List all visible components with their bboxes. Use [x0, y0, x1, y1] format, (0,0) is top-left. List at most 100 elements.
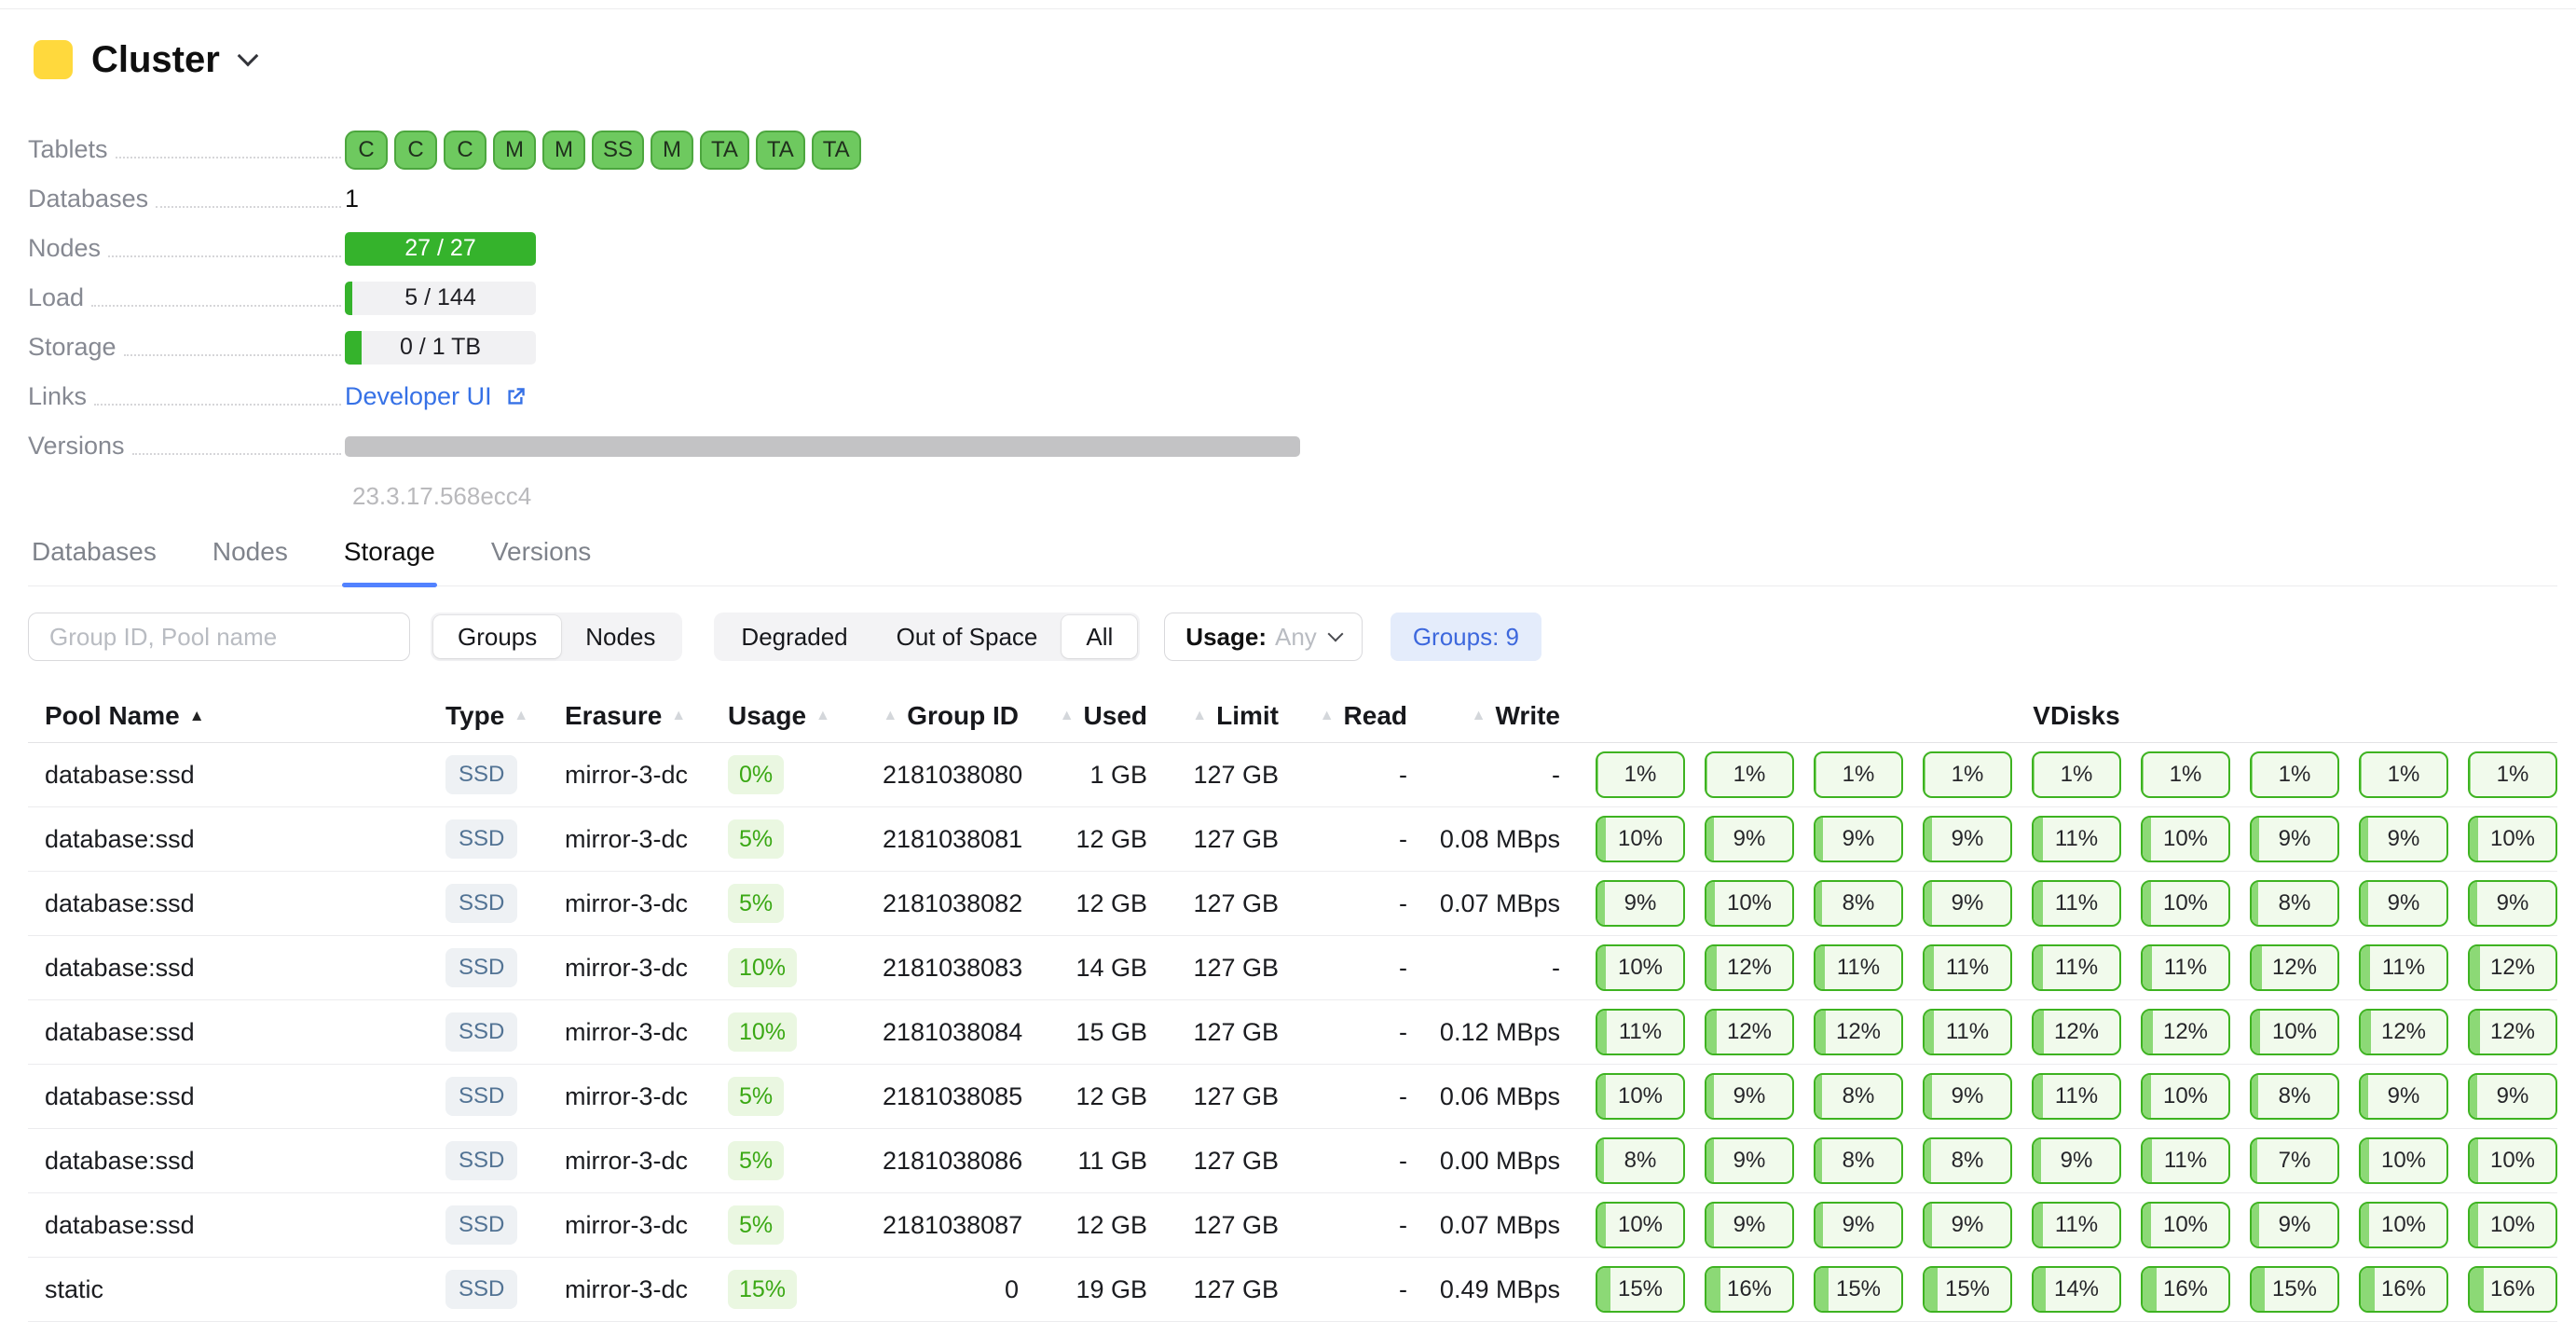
vdisk[interactable]: 16% [1705, 1266, 1794, 1313]
vdisk[interactable]: 12% [2359, 1009, 2448, 1055]
vdisk[interactable]: 11% [2032, 944, 2121, 991]
vdisk[interactable]: 9% [1596, 880, 1685, 927]
vdisk[interactable]: 9% [1923, 816, 2012, 862]
column-header-group[interactable]: ▲Group ID [883, 701, 1019, 731]
tablet-badge[interactable]: C [345, 131, 388, 170]
vdisk[interactable]: 11% [2359, 944, 2448, 991]
table-row[interactable]: staticSSDmirror-3-dc15%019 GB127 GB-0.49… [28, 1258, 2557, 1322]
vdisk[interactable]: 11% [2032, 1073, 2121, 1120]
vdisk[interactable]: 12% [1814, 1009, 1903, 1055]
tab-databases[interactable]: Databases [30, 537, 158, 585]
vdisk[interactable]: 12% [2032, 1009, 2121, 1055]
vdisk[interactable]: 10% [1596, 816, 1685, 862]
vdisk[interactable]: 10% [1596, 1073, 1685, 1120]
vdisk[interactable]: 11% [1814, 944, 1903, 991]
table-row[interactable]: database:ssdSSDmirror-3-dc0%21810380801 … [28, 743, 2557, 807]
vdisk[interactable]: 1% [2468, 751, 2557, 798]
vdisk[interactable]: 15% [2250, 1266, 2339, 1313]
vdisk[interactable]: 11% [2032, 816, 2121, 862]
vdisk[interactable]: 12% [1705, 1009, 1794, 1055]
vdisk[interactable]: 9% [2359, 880, 2448, 927]
column-header-read[interactable]: ▲Read [1279, 701, 1407, 731]
vdisk[interactable]: 12% [2468, 1009, 2557, 1055]
vdisk[interactable]: 8% [1923, 1137, 2012, 1184]
chevron-down-icon[interactable] [237, 46, 258, 67]
vdisk[interactable]: 10% [1596, 944, 1685, 991]
table-row[interactable]: database:ssdSSDmirror-3-dc5%218103808112… [28, 807, 2557, 872]
usage-filter-dropdown[interactable]: Usage: Any [1164, 613, 1363, 661]
tab-storage[interactable]: Storage [342, 537, 437, 585]
vdisk[interactable]: 11% [2032, 1202, 2121, 1248]
vdisk[interactable]: 9% [2468, 1073, 2557, 1120]
column-header-usage[interactable]: Usage▲ [728, 701, 883, 731]
search-input[interactable] [28, 613, 410, 661]
vdisk[interactable]: 10% [2359, 1202, 2448, 1248]
tablet-badge[interactable]: TA [700, 131, 749, 170]
vdisk[interactable]: 11% [2032, 880, 2121, 927]
vdisk[interactable]: 10% [2250, 1009, 2339, 1055]
vdisk[interactable]: 12% [2141, 1009, 2230, 1055]
column-header-pool[interactable]: Pool Name▲ [45, 701, 445, 731]
vdisk[interactable]: 11% [2141, 1137, 2230, 1184]
vdisk[interactable]: 1% [2250, 751, 2339, 798]
vdisk[interactable]: 1% [2032, 751, 2121, 798]
vdisk[interactable]: 8% [1596, 1137, 1685, 1184]
vdisk[interactable]: 9% [1923, 880, 2012, 927]
tab-nodes[interactable]: Nodes [211, 537, 290, 585]
vdisk[interactable]: 7% [2250, 1137, 2339, 1184]
vdisk[interactable]: 15% [1923, 1266, 2012, 1313]
table-row[interactable]: database:ssdSSDmirror-3-dc10%21810380841… [28, 1000, 2557, 1065]
vdisk[interactable]: 9% [1705, 1137, 1794, 1184]
tab-versions[interactable]: Versions [489, 537, 593, 585]
vdisk[interactable]: 1% [2141, 751, 2230, 798]
vdisk[interactable]: 15% [1596, 1266, 1685, 1313]
vdisk[interactable]: 9% [2250, 816, 2339, 862]
vdisk[interactable]: 8% [1814, 880, 1903, 927]
vdisk[interactable]: 14% [2032, 1266, 2121, 1313]
vdisk[interactable]: 1% [1705, 751, 1794, 798]
segment-option-degraded[interactable]: Degraded [717, 615, 871, 658]
vdisk[interactable]: 9% [1814, 816, 1903, 862]
vdisk[interactable]: 12% [2250, 944, 2339, 991]
vdisk[interactable]: 11% [1923, 1009, 2012, 1055]
vdisk[interactable]: 1% [1596, 751, 1685, 798]
table-row[interactable]: database:ssdSSDmirror-3-dc5%218103808712… [28, 1193, 2557, 1258]
vdisk[interactable]: 8% [2250, 1073, 2339, 1120]
vdisk[interactable]: 9% [2359, 1073, 2448, 1120]
column-header-limit[interactable]: ▲Limit [1147, 701, 1279, 731]
vdisk[interactable]: 12% [1705, 944, 1794, 991]
vdisk[interactable]: 9% [1923, 1073, 2012, 1120]
vdisk[interactable]: 10% [2468, 1202, 2557, 1248]
vdisk[interactable]: 10% [2468, 1137, 2557, 1184]
vdisk[interactable]: 8% [1814, 1137, 1903, 1184]
segment-option-groups[interactable]: Groups [433, 615, 561, 658]
vdisk[interactable]: 10% [2141, 1073, 2230, 1120]
column-header-erasure[interactable]: Erasure▲ [565, 701, 728, 731]
vdisk[interactable]: 10% [1596, 1202, 1685, 1248]
tablet-badge[interactable]: C [444, 131, 486, 170]
vdisk[interactable]: 9% [2359, 816, 2448, 862]
vdisk[interactable]: 1% [2359, 751, 2448, 798]
vdisk[interactable]: 8% [2250, 880, 2339, 927]
tablet-badge[interactable]: M [651, 131, 693, 170]
version-bar-segment[interactable] [345, 436, 1300, 457]
table-row[interactable]: database:ssdSSDmirror-3-dc10%21810380831… [28, 936, 2557, 1000]
segment-option-out-of-space[interactable]: Out of Space [872, 615, 1062, 658]
segment-option-nodes[interactable]: Nodes [561, 615, 679, 658]
developer-ui-link[interactable]: Developer UI [345, 382, 528, 411]
vdisk[interactable]: 9% [2250, 1202, 2339, 1248]
vdisk[interactable]: 10% [2141, 816, 2230, 862]
vdisk[interactable]: 16% [2141, 1266, 2230, 1313]
column-header-used[interactable]: ▲Used [1019, 701, 1147, 731]
vdisk[interactable]: 9% [1814, 1202, 1903, 1248]
vdisk[interactable]: 1% [1814, 751, 1903, 798]
vdisk[interactable]: 9% [2032, 1137, 2121, 1184]
vdisk[interactable]: 9% [1705, 1073, 1794, 1120]
vdisk[interactable]: 16% [2359, 1266, 2448, 1313]
tablet-badge[interactable]: M [542, 131, 585, 170]
vdisk[interactable]: 12% [2468, 944, 2557, 991]
vdisk[interactable]: 10% [1705, 880, 1794, 927]
vdisk[interactable]: 16% [2468, 1266, 2557, 1313]
segment-option-all[interactable]: All [1062, 615, 1137, 658]
tablet-badge[interactable]: TA [812, 131, 861, 170]
